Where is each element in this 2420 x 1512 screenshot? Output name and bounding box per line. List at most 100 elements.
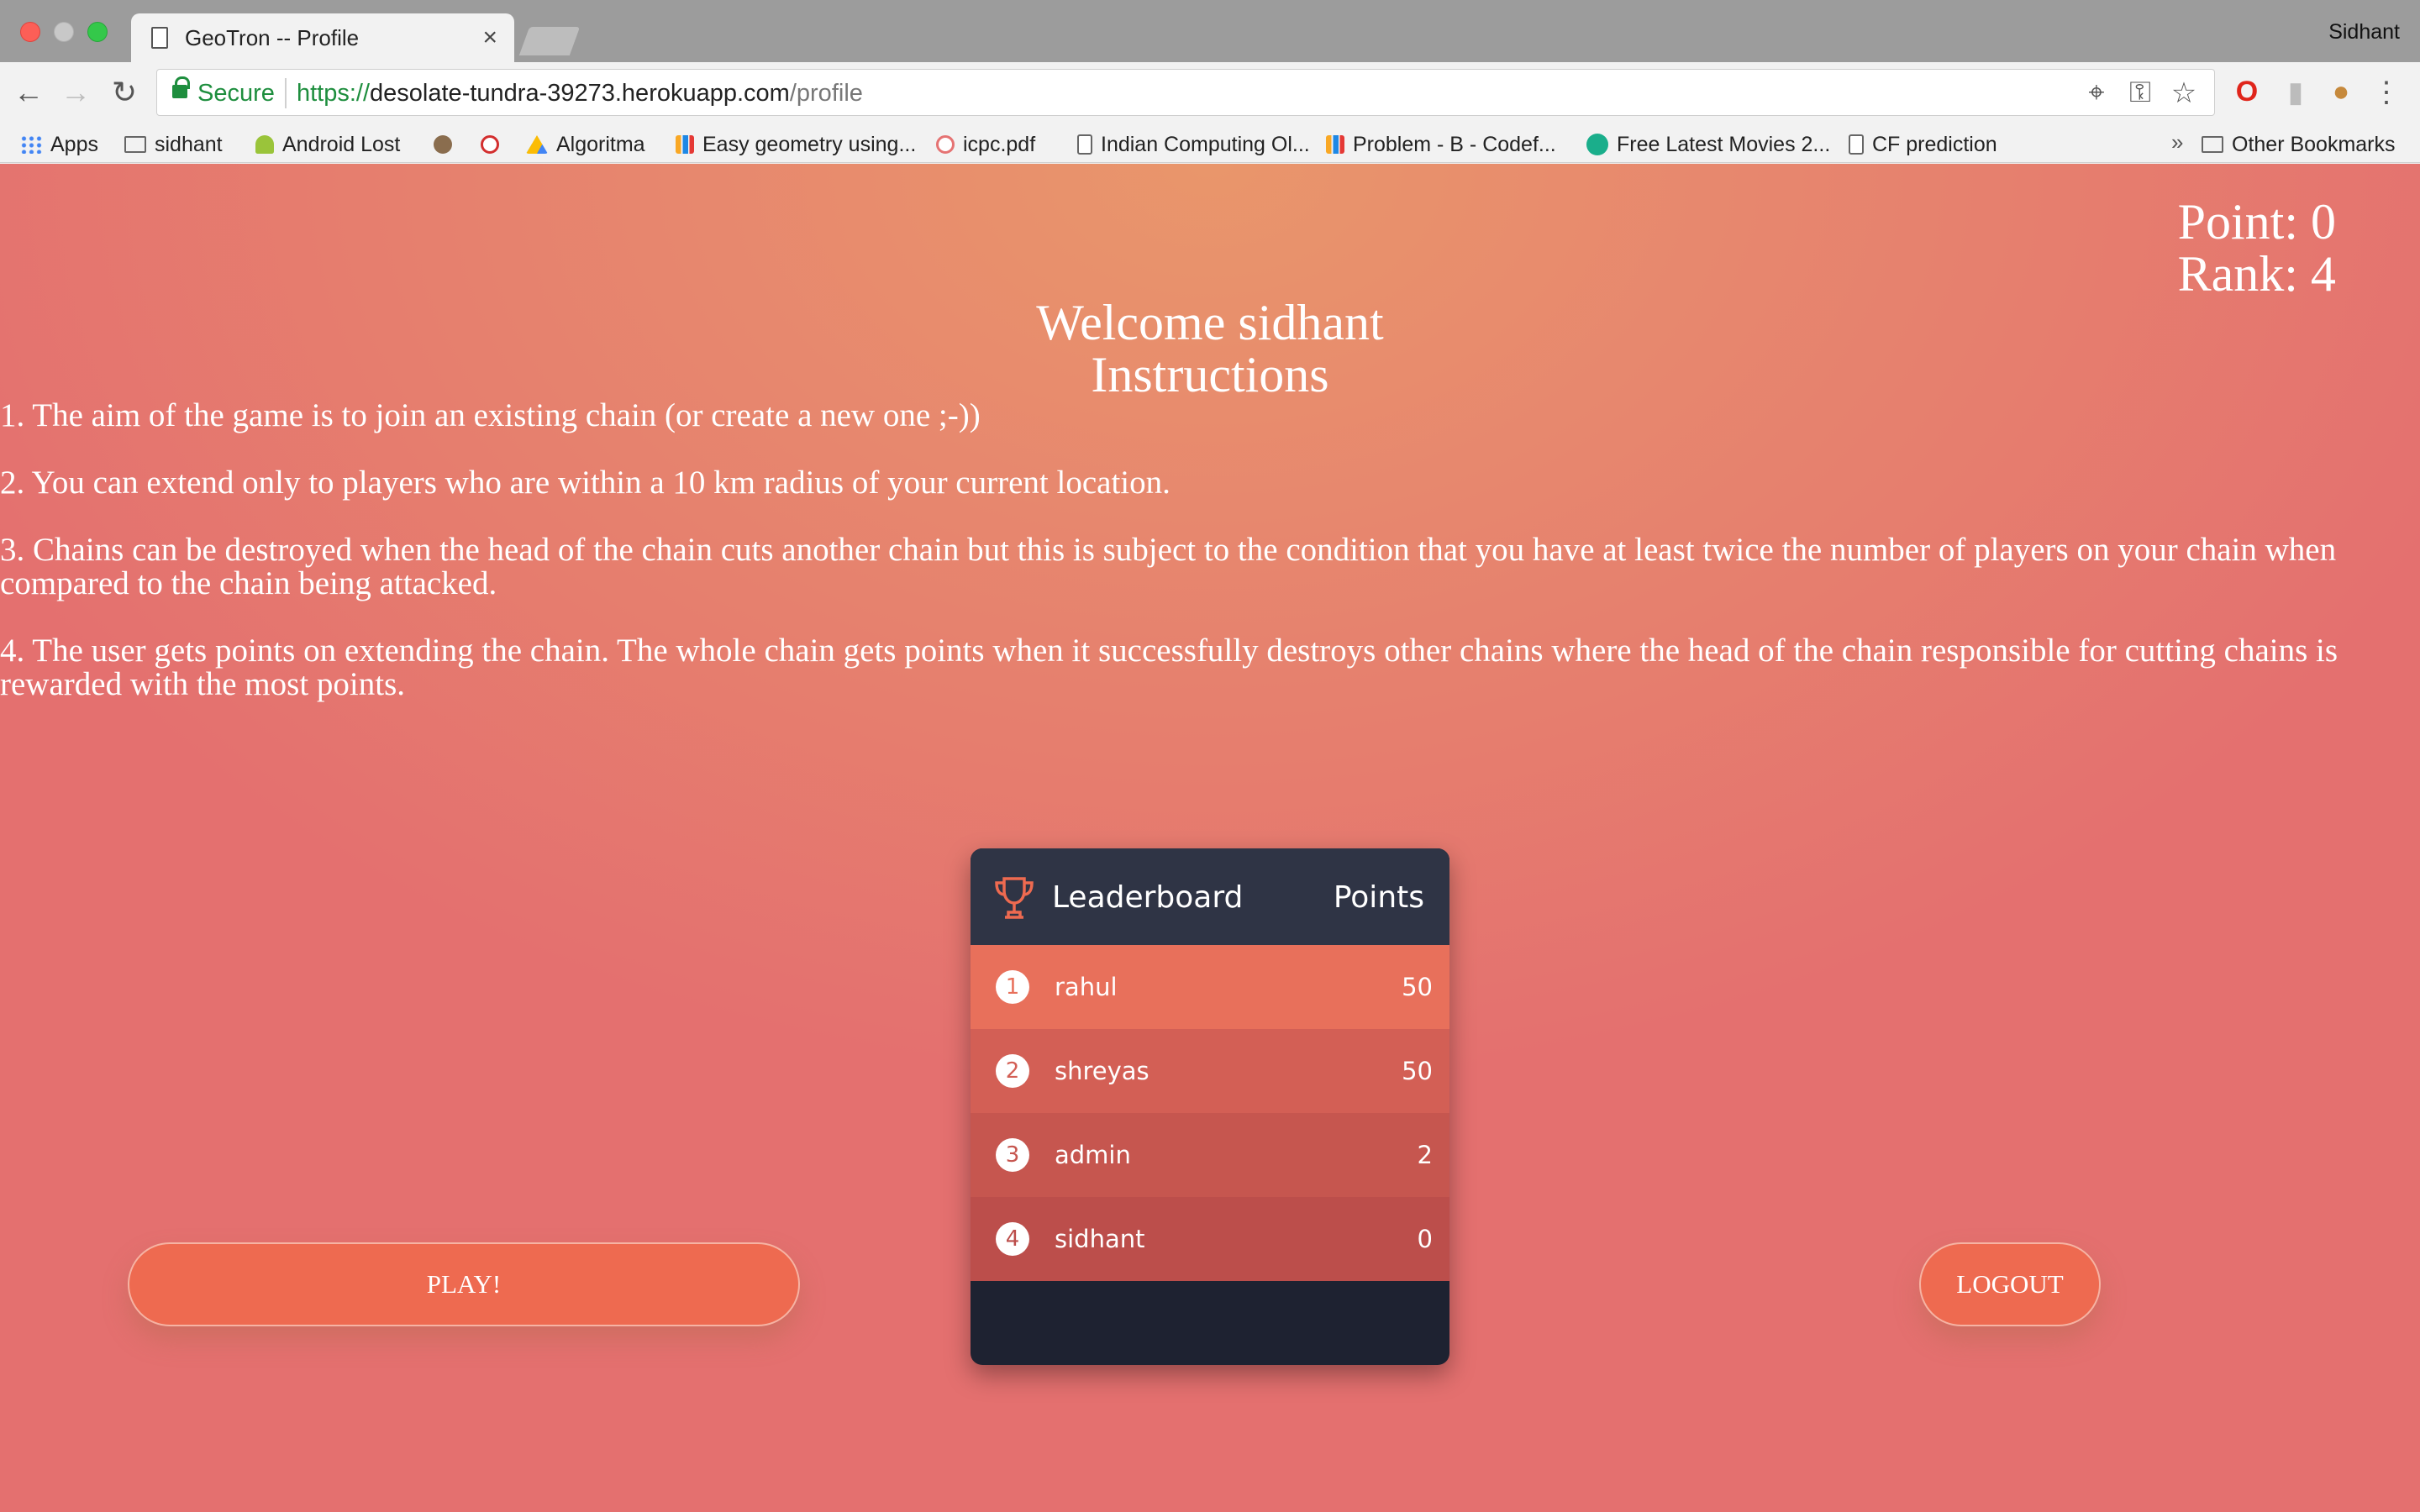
player-score: 0: [1417, 1225, 1433, 1253]
url-host: desolate-tundra-39273.herokuapp.com: [370, 80, 790, 107]
logout-button[interactable]: LOGOUT: [1919, 1242, 2101, 1326]
folder-icon: [2202, 136, 2223, 153]
browser-menu-icon[interactable]: ⋮: [2370, 76, 2403, 109]
bookmark-label: Problem - B - Codef...: [1353, 132, 1556, 156]
play-button[interactable]: PLAY!: [128, 1242, 800, 1326]
instruction-item: 1. The aim of the game is to join an exi…: [0, 397, 981, 433]
player-name: shreyas: [1055, 1057, 1150, 1085]
player-score: 2: [1417, 1141, 1433, 1169]
bookmark-apps[interactable]: Apps: [20, 129, 98, 160]
leaderboard-header: Leaderboard Points: [971, 848, 1449, 945]
instruction-item: 2. You can extend only to players who ar…: [0, 465, 1171, 501]
leaderboard-row: 4 sidhant 0: [971, 1197, 1449, 1281]
location-target-icon[interactable]: ⌖: [2080, 76, 2113, 109]
rank-badge: 1: [996, 970, 1029, 1004]
url-path: /profile: [789, 80, 863, 107]
player-stats: Point: 0 Rank: 4: [2178, 196, 2336, 300]
bookmark-label: Other Bookmarks: [2232, 132, 2396, 156]
bookmark-label: Apps: [50, 132, 98, 156]
maximize-window-button[interactable]: [87, 22, 108, 42]
leaderboard-row: 3 admin 2: [971, 1113, 1449, 1197]
bookmark-label: Indian Computing Ol...: [1101, 132, 1310, 156]
rank-display: Rank: 4: [2177, 246, 2336, 302]
bookmark-shield[interactable]: [481, 129, 508, 160]
document-icon: [1077, 134, 1092, 155]
bookmark-label: Free Latest Movies 2...: [1617, 132, 1831, 156]
tab-close-icon[interactable]: ×: [482, 24, 497, 52]
secure-label[interactable]: Secure: [197, 80, 275, 108]
tab-geotron-profile[interactable]: GeoTron -- Profile ×: [131, 13, 514, 64]
bookmark-android-lost[interactable]: Android Lost: [255, 129, 400, 160]
browser-profile-name[interactable]: Sidhant: [2328, 20, 2400, 45]
bookmark-codeforces-problem[interactable]: Problem - B - Codef...: [1326, 129, 1556, 160]
close-window-button[interactable]: [20, 22, 40, 42]
opera-extension-icon[interactable]: O: [2230, 76, 2264, 108]
url-separator: [285, 78, 287, 108]
player-name: rahul: [1055, 973, 1118, 1001]
bookmark-cf-prediction[interactable]: CF prediction: [1849, 129, 1997, 160]
window-titlebar: GeoTron -- Profile × Sidhant: [0, 0, 2420, 64]
key-icon[interactable]: ⚿: [2123, 76, 2157, 109]
leaderboard-card: Leaderboard Points 1 rahul 50 2 shreyas …: [971, 848, 1449, 1365]
bookmark-label: CF prediction: [1872, 132, 1997, 156]
document-icon: [1849, 134, 1864, 155]
bookmark-icpc-pdf[interactable]: icpc.pdf: [936, 129, 1035, 160]
lock-icon: [172, 76, 190, 98]
bookmark-label: Easy geometry using...: [702, 132, 917, 156]
point-display: Point: 0: [2177, 194, 2336, 249]
pdf-icon: [936, 135, 955, 154]
bookmark-easy-geometry[interactable]: Easy geometry using...: [676, 129, 916, 160]
player-score: 50: [1402, 1057, 1433, 1085]
url-scheme: https://: [297, 80, 371, 107]
trophy-icon: [995, 877, 1034, 919]
instruction-item: 3. Chains can be destroyed when the head…: [0, 532, 2337, 601]
drive-icon: [526, 135, 548, 154]
bookmark-other-bookmarks[interactable]: Other Bookmarks: [2202, 129, 2396, 160]
bar-chart-icon: [676, 135, 694, 154]
address-bar[interactable]: Secure https://desolate-tundra-39273.her…: [156, 69, 2215, 116]
rank-badge: 4: [996, 1222, 1029, 1256]
points-column-header: Points: [1333, 880, 1424, 915]
folder-icon: [124, 136, 146, 153]
rank-badge: 2: [996, 1054, 1029, 1088]
shield-icon: [481, 135, 499, 154]
player-name: sidhant: [1055, 1225, 1145, 1253]
bookmark-chip[interactable]: [434, 129, 460, 160]
leaderboard-row: 1 rahul 50: [971, 945, 1449, 1029]
bookmark-label: Android Lost: [282, 132, 401, 156]
bookmark-label: Algoritma: [556, 132, 645, 156]
leaderboard-title: Leaderboard: [1052, 880, 1244, 915]
minimize-window-button[interactable]: [54, 22, 74, 42]
instructions-heading: Instructions: [1091, 347, 1329, 402]
page-icon: [151, 27, 168, 49]
reload-icon[interactable]: ↻: [108, 76, 141, 109]
android-icon: [255, 135, 274, 154]
url-text[interactable]: https://desolate-tundra-39273.herokuapp.…: [297, 80, 863, 108]
chip-icon: [434, 135, 452, 154]
browser-toolbar: ← → ↻ Secure https://desolate-tundra-392…: [0, 62, 2420, 126]
rank-badge: 3: [996, 1138, 1029, 1172]
bookmark-sidhant[interactable]: sidhant: [124, 129, 223, 160]
player-name: admin: [1055, 1141, 1131, 1169]
forward-arrow-icon[interactable]: →: [59, 76, 92, 109]
bookmark-star-icon[interactable]: ☆: [2167, 76, 2201, 110]
stats-extension-icon[interactable]: ▮: [2279, 76, 2312, 109]
welcome-header: Welcome sidhant Instructions: [0, 297, 2420, 401]
new-tab-button[interactable]: [518, 27, 581, 55]
bookmark-label: sidhant: [155, 132, 223, 156]
instruction-item: 4. The user gets points on extending the…: [0, 633, 2338, 702]
instructions-list: 1. The aim of the game is to join an exi…: [0, 399, 2420, 735]
bookmark-free-movies[interactable]: Free Latest Movies 2...: [1586, 129, 1830, 160]
tab-title: GeoTron -- Profile: [185, 25, 360, 50]
bookmarks-bar: Apps sidhant Android Lost Algoritma Easy…: [0, 126, 2420, 163]
welcome-greeting: Welcome sidhant: [1036, 295, 1384, 350]
player-score: 50: [1402, 973, 1433, 1001]
cookie-extension-icon[interactable]: ●: [2324, 76, 2358, 108]
bookmark-algoritma[interactable]: Algoritma: [526, 129, 645, 160]
bookmark-indian-computing[interactable]: Indian Computing Ol...: [1077, 129, 1310, 160]
apps-grid-icon: [20, 135, 42, 154]
back-arrow-icon[interactable]: ←: [12, 76, 45, 109]
bookmarks-overflow-icon[interactable]: »: [2171, 129, 2183, 155]
bar-chart-icon: [1326, 135, 1344, 154]
page-content: Point: 0 Rank: 4 Welcome sidhant Instruc…: [0, 164, 2420, 1512]
